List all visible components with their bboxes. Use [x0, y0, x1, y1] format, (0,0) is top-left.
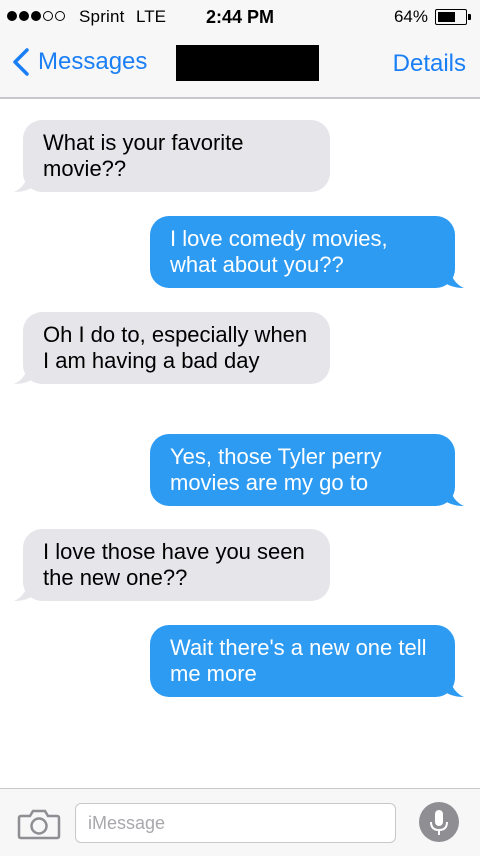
details-button[interactable]: Details	[393, 50, 466, 78]
microphone-button[interactable]	[419, 802, 459, 842]
message-text: Yes, those Tyler perry movies are my go …	[170, 444, 382, 495]
message-bubble-sent[interactable]: Yes, those Tyler perry movies are my go …	[150, 434, 464, 506]
battery-icon	[435, 9, 471, 25]
camera-icon[interactable]	[17, 808, 61, 840]
message-text: I love those have you seen the new one??	[43, 539, 305, 590]
message-text: What is your favorite movie??	[43, 130, 244, 181]
message-text: I love comedy movies, what about you??	[170, 226, 388, 277]
imessage-input[interactable]	[75, 803, 396, 843]
messages-screen: Sprint LTE 2:44 PM 64% Messages Details …	[0, 0, 480, 856]
microphone-icon	[430, 810, 448, 835]
status-bar: Sprint LTE 2:44 PM 64%	[0, 0, 480, 34]
message-bubble-received[interactable]: What is your favorite movie??	[14, 120, 330, 192]
contact-name-redacted[interactable]	[176, 45, 319, 81]
back-button-label: Messages	[38, 48, 148, 75]
nav-bar: Messages Details	[0, 34, 480, 99]
message-bubble-received[interactable]: Oh I do to, especially when I am having …	[14, 312, 330, 384]
back-button[interactable]: Messages	[10, 47, 147, 77]
battery-percent: 64%	[393, 7, 428, 26]
message-text: Wait there's a new one tell me more	[170, 635, 427, 686]
message-text: Oh I do to, especially when I am having …	[43, 322, 308, 373]
message-bubble-sent[interactable]: Wait there's a new one tell me more	[150, 625, 464, 697]
compose-bar	[0, 788, 480, 856]
message-bubble-received[interactable]: I love those have you seen the new one??	[14, 529, 330, 601]
chevron-left-icon	[13, 48, 29, 76]
message-bubble-sent[interactable]: I love comedy movies, what about you??	[150, 216, 464, 288]
